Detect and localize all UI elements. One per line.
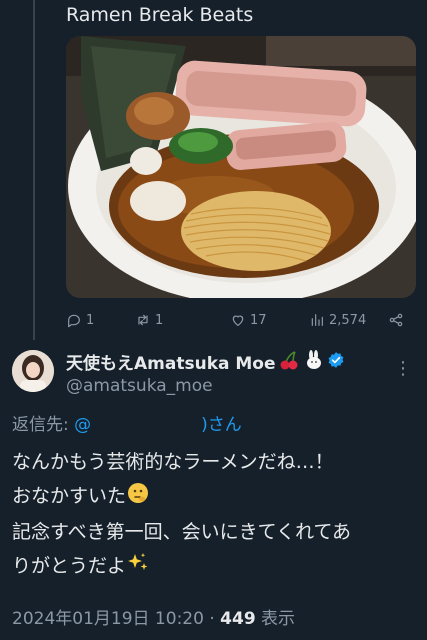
views-button[interactable]: 2,574: [309, 312, 366, 328]
display-name-row: 天使もえAmatsuka Moe: [66, 349, 345, 374]
repost-count: 1: [155, 312, 164, 328]
verified-badge-icon: [327, 351, 345, 373]
repost-icon: [138, 314, 148, 326]
post-line-3: 記念すべき第一回、会いにきてくれてあ: [12, 521, 351, 543]
post-meta: 2024年01月19日 10:20 · 449 表示: [12, 604, 295, 629]
repost-button[interactable]: 1: [135, 312, 163, 328]
post-timestamp[interactable]: 2024年01月19日 10:20: [12, 609, 204, 629]
share-button[interactable]: [388, 312, 404, 328]
post-author: 天使もえAmatsuka Moe @amatsuka_moe ⋮: [12, 349, 417, 400]
sparkles-icon: [126, 551, 150, 587]
display-name[interactable]: 天使もえAmatsuka Moe: [66, 349, 276, 374]
avatar[interactable]: [12, 350, 54, 392]
reply-to-mention[interactable]: @ )さん: [74, 415, 242, 435]
post-line-2-wrap: おなかすいた: [12, 480, 417, 517]
quoted-post-title: Ramen Break Beats: [66, 4, 254, 26]
like-count: 17: [250, 312, 267, 328]
like-button[interactable]: 17: [230, 312, 267, 328]
post-line-4-wrap: りがとうだよ: [12, 550, 417, 587]
post-view-label: 表示: [255, 609, 296, 629]
post-line-2: おなかすいた: [12, 484, 127, 507]
post-body: なんかもう芸術的なラーメンだね…！ おなかすいた 記念すべき第一回、会いにきてく…: [12, 446, 417, 586]
mention-suffix: )さん: [201, 415, 242, 435]
ramen-photo[interactable]: [66, 36, 416, 298]
heart-icon: [232, 315, 244, 326]
reply-count: 1: [86, 312, 95, 328]
share-icon: [389, 313, 403, 327]
reply-icon: [68, 314, 80, 328]
post-line-1: なんかもう芸術的なラーメンだね…！: [12, 451, 334, 473]
views-icon: [311, 314, 323, 326]
meta-separator: ·: [203, 609, 221, 629]
reply-to-line: 返信先: @ )さん: [12, 410, 242, 435]
thinking-face-icon: [126, 481, 150, 517]
post-line-4: りがとうだよ: [12, 554, 127, 577]
more-options-icon[interactable]: ⋮: [394, 358, 412, 379]
ramen-illustration: [66, 36, 416, 298]
post-view-count: 449: [220, 609, 256, 629]
cherry-icon: [279, 350, 301, 374]
user-handle[interactable]: @amatsuka_moe: [66, 376, 213, 396]
mention-prefix: @: [74, 415, 92, 435]
thread-connector-line: [33, 0, 35, 340]
avatar-image: [12, 350, 54, 392]
reply-to-label: 返信先:: [12, 415, 69, 435]
quoted-post-actions: 1 1 17 2,574: [66, 310, 411, 334]
rabbit-icon: [304, 349, 324, 374]
reply-button[interactable]: 1: [66, 312, 94, 328]
view-count: 2,574: [329, 312, 367, 328]
